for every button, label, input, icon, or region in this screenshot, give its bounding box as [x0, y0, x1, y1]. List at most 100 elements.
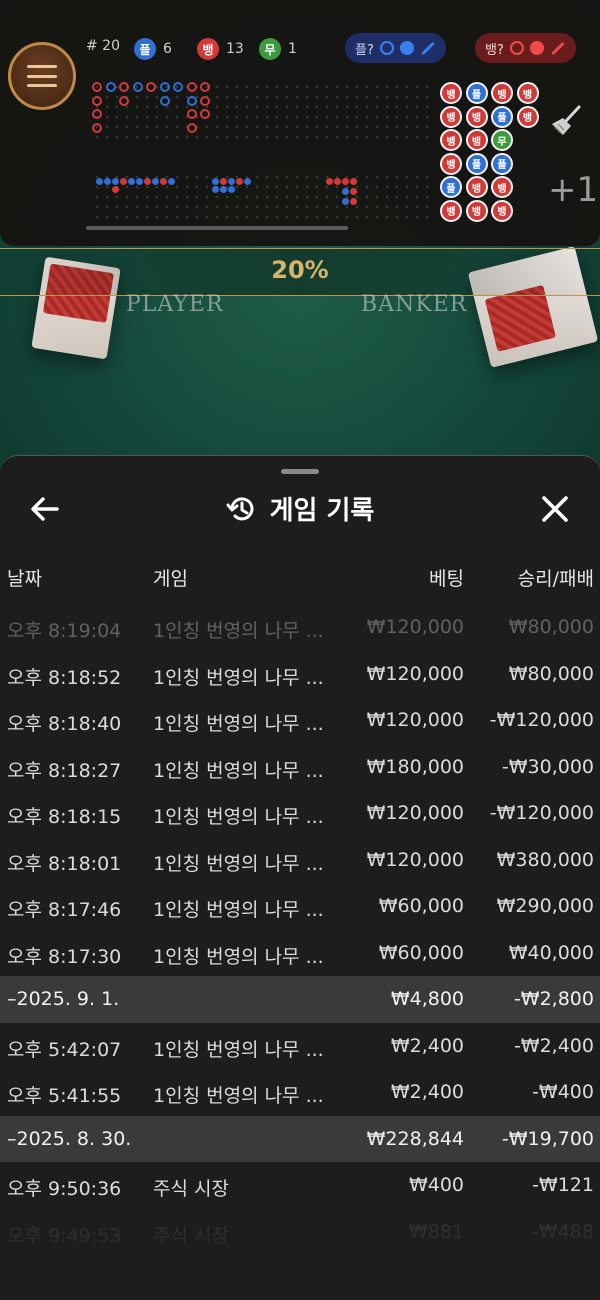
row-time: 오후 8:19:04	[7, 620, 122, 642]
big-road-mark	[159, 95, 170, 106]
history-row[interactable]: 오후 8:18:27 1인칭 번영의 나무 ... ₩180,000 -₩30,000	[0, 744, 600, 791]
sheet-title-text: 게임 기록	[269, 496, 375, 526]
bead-plate-result: 뱅	[465, 105, 488, 128]
row-bet: ₩4,800	[390, 988, 464, 1010]
row-time: 오후 8:18:40	[7, 713, 122, 735]
bead-plate-result: 뱅	[440, 152, 462, 175]
big-road-mark	[105, 82, 116, 92]
history-row[interactable]: 오후 9:50:36 주식 시장 ₩400 -₩121	[0, 1162, 600, 1209]
big-eye-ring-icon	[509, 41, 524, 55]
sheet-title: 게임 기록	[0, 490, 600, 531]
row-game: 1인칭 번영의 나무 ...	[153, 713, 324, 735]
row-result: ₩40,000	[508, 941, 594, 964]
row-result: -₩400	[532, 1081, 594, 1103]
history-row[interactable]: 오후 5:41:55 1인칭 번영의 나무 ... ₩2,400 -₩400	[0, 1069, 600, 1116]
derived-road-mark	[136, 178, 143, 185]
history-row[interactable]: 오후 8:19:04 1인칭 번영의 나무 ... ₩120,000 ₩80,000	[0, 604, 600, 651]
tie-stat: 무 1	[259, 38, 297, 60]
derived-road-mark	[228, 186, 235, 193]
row-time: 오후 5:42:07	[7, 1038, 122, 1061]
row-game: 1인칭 번영의 나무 ...	[153, 666, 324, 689]
row-result: ₩80,000	[508, 662, 594, 685]
tie-count: 1	[288, 41, 297, 57]
history-row[interactable]: 오후 5:42:07 1인칭 번영의 나무 ... ₩2,400 -₩2,400	[0, 1023, 600, 1070]
history-row[interactable]: 오후 8:18:15 1인칭 번영의 나무 ... ₩120,000 -₩120,00…	[0, 790, 600, 837]
bead-plate-result: 뱅	[491, 82, 513, 104]
small-road-dot-icon	[529, 41, 544, 55]
plus-one-indicator: +1	[548, 170, 599, 210]
derived-road-mark	[168, 178, 175, 185]
history-row[interactable]: 오후 8:17:46 1인칭 번영의 나무 ... ₩60,000 ₩290,000	[0, 883, 600, 930]
derived-road-grid	[92, 172, 432, 222]
big-road-mark	[173, 82, 183, 92]
big-road-mark	[92, 82, 102, 92]
history-row[interactable]: 오후 8:18:01 1인칭 번영의 나무 ... ₩120,000 ₩380,000	[0, 837, 600, 884]
derived-road-mark	[342, 188, 349, 195]
bead-plate-result: 플	[440, 176, 462, 198]
column-header-bet: 베팅	[429, 568, 464, 590]
row-bet: ₩228,844	[366, 1127, 464, 1150]
row-bet: ₩2,400	[390, 1081, 464, 1103]
big-road-mark	[119, 82, 129, 92]
row-result: ₩290,000	[496, 895, 594, 917]
history-row[interactable]: 오후 8:18:40 1인칭 번영의 나무 ... ₩120,000 -₩120,00…	[0, 697, 600, 744]
row-bet: ₩60,000	[378, 941, 464, 964]
row-time: 오후 8:18:52	[7, 666, 122, 689]
broom-icon[interactable]	[549, 104, 583, 138]
banker-badge: 뱅	[197, 38, 219, 60]
bead-plate-result: 뱅	[440, 82, 462, 104]
derived-road-mark	[350, 188, 357, 195]
row-game: 1인칭 번영의 나무 ...	[153, 806, 324, 828]
banker-wins-count: 13	[226, 41, 244, 57]
roadmap-scrollbar[interactable]	[86, 226, 348, 230]
row-game: 주식 시장	[153, 1178, 229, 1200]
row-bet: ₩400	[408, 1174, 464, 1196]
derived-road-mark	[128, 178, 135, 185]
banker-predict-button[interactable]: 뱅?	[475, 33, 576, 63]
banker-predict-label: 뱅?	[485, 42, 504, 58]
derived-road-mark	[104, 178, 111, 185]
derived-road-mark	[212, 178, 219, 185]
column-header-game: 게임	[153, 568, 188, 590]
big-road-mark	[92, 122, 102, 133]
big-road-mark	[186, 95, 197, 106]
list-bottom-fade	[0, 1216, 600, 1300]
derived-road-mark	[342, 178, 349, 185]
row-bet: ₩120,000	[366, 848, 464, 871]
big-road-mark	[119, 95, 129, 106]
roadmap-panel[interactable]: # 20 플 6 뱅 13 무 1 플? 뱅? 뱅플뱅뱅뱅뱅플뱅뱅뱅무뱅플플플뱅…	[0, 0, 600, 246]
row-result: -₩120,000	[489, 802, 594, 824]
row-time: 오후 8:18:15	[7, 806, 122, 828]
derived-road-mark	[112, 178, 119, 185]
bead-plate-result: 플	[465, 152, 488, 175]
big-road-mark	[159, 82, 170, 92]
date-group-row[interactable]: –2025. 8. 30. ₩228,844 -₩19,700	[0, 1115, 600, 1162]
game-history-sheet: 게임 기록 날짜 게임 베팅 승리/패배 오후 8:19:04 1인칭 번영의 나…	[0, 455, 600, 1300]
big-road-mark	[186, 109, 197, 119]
derived-road-mark	[236, 178, 243, 185]
bead-plate-result: 뱅	[491, 199, 513, 222]
derived-road-mark	[342, 198, 349, 205]
history-row[interactable]: 오후 8:18:52 1인칭 번영의 나무 ... ₩120,000 ₩80,000	[0, 651, 600, 698]
menu-button[interactable]	[8, 42, 76, 110]
history-row[interactable]: 오후 8:17:30 1인칭 번영의 나무 ... ₩60,000 ₩40,000	[0, 930, 600, 977]
bead-plate-result: 플	[491, 152, 513, 175]
bead-plate-result: 뱅	[440, 105, 462, 128]
big-road-mark	[92, 95, 102, 106]
row-result: -₩30,000	[501, 755, 594, 778]
row-result: -₩2,400	[513, 1034, 594, 1057]
sheet-drag-handle[interactable]	[281, 469, 319, 474]
row-time: 오후 8:17:46	[7, 899, 122, 921]
history-list[interactable]: 오후 8:19:04 1인칭 번영의 나무 ... ₩120,000 ₩80,000 오…	[0, 604, 600, 1255]
bead-plate-result: 뱅	[465, 176, 488, 198]
close-icon[interactable]	[538, 492, 572, 526]
derived-road-mark	[220, 178, 227, 185]
derived-road-mark	[220, 186, 227, 193]
player-predict-button[interactable]: 플?	[345, 33, 446, 63]
big-eye-ring-icon	[379, 41, 394, 55]
banker-wins-stat: 뱅 13	[197, 38, 244, 60]
row-bet: ₩2,400	[390, 1034, 464, 1057]
bead-plate-result: 뱅	[465, 129, 488, 151]
derived-road-mark	[112, 186, 119, 193]
date-group-row[interactable]: –2025. 9. 1. ₩4,800 -₩2,800	[0, 976, 600, 1023]
